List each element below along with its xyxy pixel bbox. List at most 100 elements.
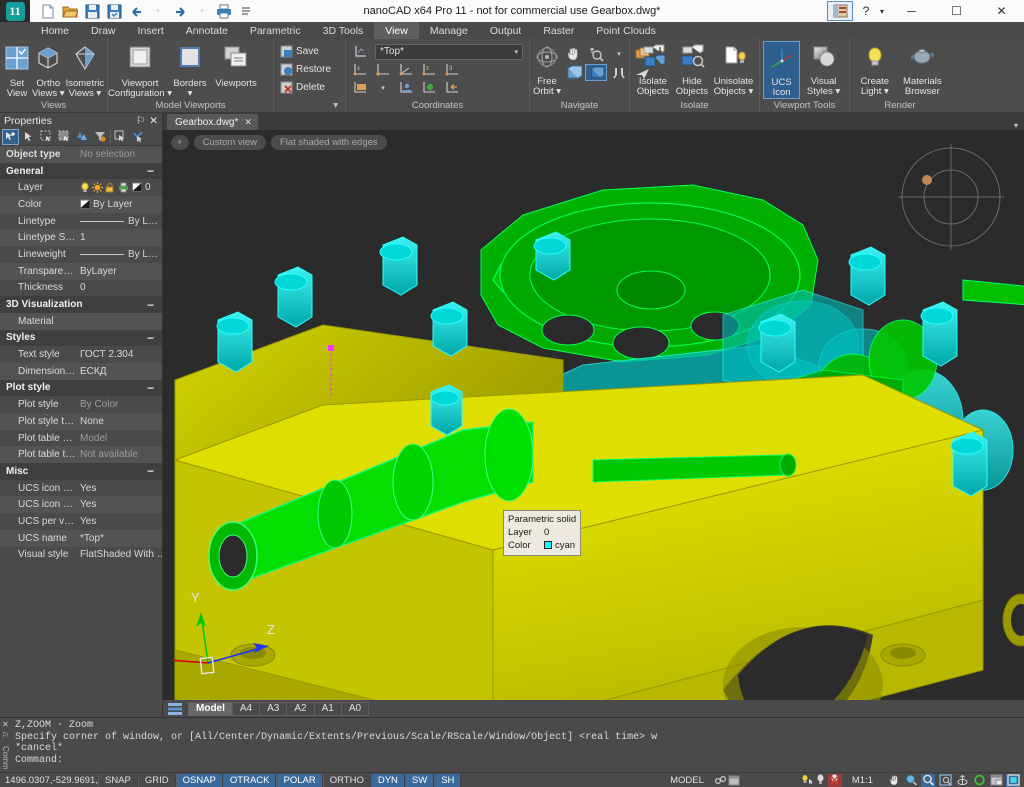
property-row-color[interactable]: Color By Layer: [0, 196, 162, 213]
layout-tab-model[interactable]: Model: [188, 702, 233, 716]
walk-icon[interactable]: [562, 64, 584, 81]
space-label[interactable]: MODEL: [660, 775, 714, 786]
status-toggle-polar[interactable]: POLAR: [276, 774, 322, 787]
property-group-plot-style[interactable]: Plot style −: [0, 380, 162, 397]
document-tabs-overflow-icon[interactable]: ▾: [1014, 121, 1024, 130]
ucs-z-icon[interactable]: z: [418, 61, 440, 78]
ucs-angle-icon[interactable]: [395, 61, 417, 78]
layout-tab-a4[interactable]: A4: [232, 702, 260, 716]
tab-home[interactable]: Home: [30, 22, 80, 39]
layout-tab-a3[interactable]: A3: [259, 702, 287, 716]
property-row-visual-style[interactable]: Visual style FlatShaded With …: [0, 547, 162, 564]
materials-browser-button[interactable]: MaterialsBrowser: [898, 41, 947, 97]
help-caret-icon[interactable]: ▾: [875, 0, 889, 22]
status-toggle-grid[interactable]: GRID: [138, 774, 176, 787]
create-light-button[interactable]: CreateLight ▾: [853, 41, 897, 97]
set-view-button[interactable]: SetView: [3, 41, 31, 99]
lock-viewport-icon[interactable]: [714, 774, 728, 787]
restore-view-button[interactable]: Restore: [277, 61, 334, 78]
ucs-previous-icon[interactable]: [441, 79, 463, 96]
tab-annotate[interactable]: Annotate: [175, 22, 239, 39]
zoom-realtime-icon[interactable]: [585, 45, 607, 62]
app-logo[interactable]: 11: [0, 0, 30, 22]
collapse-icon[interactable]: −: [147, 381, 162, 395]
property-row-lineweight[interactable]: Lineweight By L…: [0, 246, 162, 263]
property-group-styles[interactable]: Styles −: [0, 330, 162, 347]
tab-output[interactable]: Output: [479, 22, 533, 39]
zoom-caret-icon[interactable]: ▾: [608, 45, 630, 62]
command-line-text[interactable]: Z,ZOOM - Zoom Specify corner of window, …: [11, 718, 1024, 772]
property-row-object-type[interactable]: Object type No selection: [0, 146, 162, 163]
property-row-linetype-scale[interactable]: Linetype Scale 1: [0, 229, 162, 246]
unisolate-objects-button[interactable]: UnisolateObjects ▾: [711, 41, 756, 97]
property-row-ucs-per-viewport[interactable]: UCS per vie… Yes: [0, 513, 162, 530]
isometric-views-button[interactable]: IsometricViews ▾: [66, 41, 105, 99]
properties-pin-icon[interactable]: ⚐: [136, 115, 145, 127]
undo-icon[interactable]: [126, 2, 146, 20]
tab-view[interactable]: View: [374, 22, 419, 39]
hide-objects-button[interactable]: HideObjects: [674, 41, 710, 97]
viewport-menu-chip[interactable]: +: [171, 135, 189, 150]
layout-tab-a0[interactable]: A0: [341, 702, 369, 716]
ortho-views-button[interactable]: OrthoViews ▾: [32, 41, 65, 99]
new-icon[interactable]: [38, 2, 58, 20]
tab-raster[interactable]: Raster: [532, 22, 585, 39]
property-row-plot-table-type[interactable]: Plot table type Not available: [0, 446, 162, 463]
document-tab-gearbox[interactable]: Gearbox.dwg* ✕: [167, 114, 258, 130]
save-as-icon[interactable]: [104, 2, 124, 20]
redo-icon[interactable]: [170, 2, 190, 20]
status-toggle-otrack[interactable]: OTRACK: [223, 774, 277, 787]
clean-screen-icon[interactable]: [989, 774, 1003, 787]
ucs-world-icon[interactable]: [349, 43, 371, 60]
collapse-icon[interactable]: −: [147, 331, 162, 345]
open-icon[interactable]: [60, 2, 80, 20]
isolate-objects-button[interactable]: IsolateObjects: [633, 41, 673, 97]
maximize-viewport-icon[interactable]: [728, 774, 742, 787]
select-similar-icon[interactable]: [74, 129, 91, 145]
view-compass[interactable]: [896, 142, 1006, 252]
pick-icon[interactable]: [20, 129, 37, 145]
qat-more-icon[interactable]: [236, 2, 256, 20]
layout-tab-a2[interactable]: A2: [286, 702, 314, 716]
ucs-x-icon[interactable]: x: [349, 61, 371, 78]
command-close-icon[interactable]: ✕: [2, 720, 9, 729]
save-view-button[interactable]: Save: [277, 43, 334, 60]
orbit-icon[interactable]: [955, 774, 969, 787]
ucs-object-icon[interactable]: [418, 79, 440, 96]
properties-close-icon[interactable]: ✕: [149, 115, 158, 127]
help-button[interactable]: ?: [857, 0, 875, 22]
swivel-icon[interactable]: [608, 64, 630, 81]
status-toggle-sh[interactable]: SH: [434, 774, 461, 787]
tab-3d-tools[interactable]: 3D Tools: [312, 22, 375, 39]
fullscreen-icon[interactable]: [1006, 774, 1020, 787]
save-icon[interactable]: [82, 2, 102, 20]
scale-label[interactable]: M1:1: [842, 775, 883, 786]
coordinate-readout[interactable]: 1496.0307,-529.9691,0.0000: [0, 775, 98, 786]
property-row-text-style[interactable]: Text style ГОСТ 2.304: [0, 346, 162, 363]
layout-tab-a1[interactable]: A1: [314, 702, 342, 716]
close-button[interactable]: ✕: [979, 0, 1024, 22]
collapse-icon[interactable]: −: [147, 164, 162, 178]
maximize-button[interactable]: ☐: [934, 0, 979, 22]
tab-draw[interactable]: Draw: [80, 22, 127, 39]
ucs-named-icon[interactable]: [349, 79, 371, 96]
property-row-ucs-name[interactable]: UCS name *Top*: [0, 530, 162, 547]
tab-insert[interactable]: Insert: [127, 22, 175, 39]
zoom-previous-icon[interactable]: [972, 774, 986, 787]
status-toggle-osnap[interactable]: OSNAP: [176, 774, 223, 787]
pan-icon[interactable]: [562, 45, 584, 62]
collapse-icon[interactable]: −: [147, 298, 162, 312]
status-toggle-dyn[interactable]: DYN: [371, 774, 405, 787]
zoom-extents-icon[interactable]: [938, 774, 952, 787]
tab-point-clouds[interactable]: Point Clouds: [585, 22, 667, 39]
status-toggle-sw[interactable]: SW: [405, 774, 434, 787]
viewports-button[interactable]: Viewports: [211, 41, 261, 89]
customize-ribbon-icon[interactable]: [827, 1, 853, 21]
select-window-icon[interactable]: [38, 129, 55, 145]
property-row-plot-style[interactable]: Plot style By Color: [0, 396, 162, 413]
undo-caret-icon[interactable]: ▾: [148, 2, 168, 20]
property-row-material[interactable]: Material: [0, 313, 162, 330]
property-row-transparency[interactable]: Transparency ByLayer: [0, 263, 162, 280]
free-orbit-button[interactable]: FreeOrbit ▾: [533, 41, 561, 97]
layout-list-icon[interactable]: [167, 702, 183, 716]
